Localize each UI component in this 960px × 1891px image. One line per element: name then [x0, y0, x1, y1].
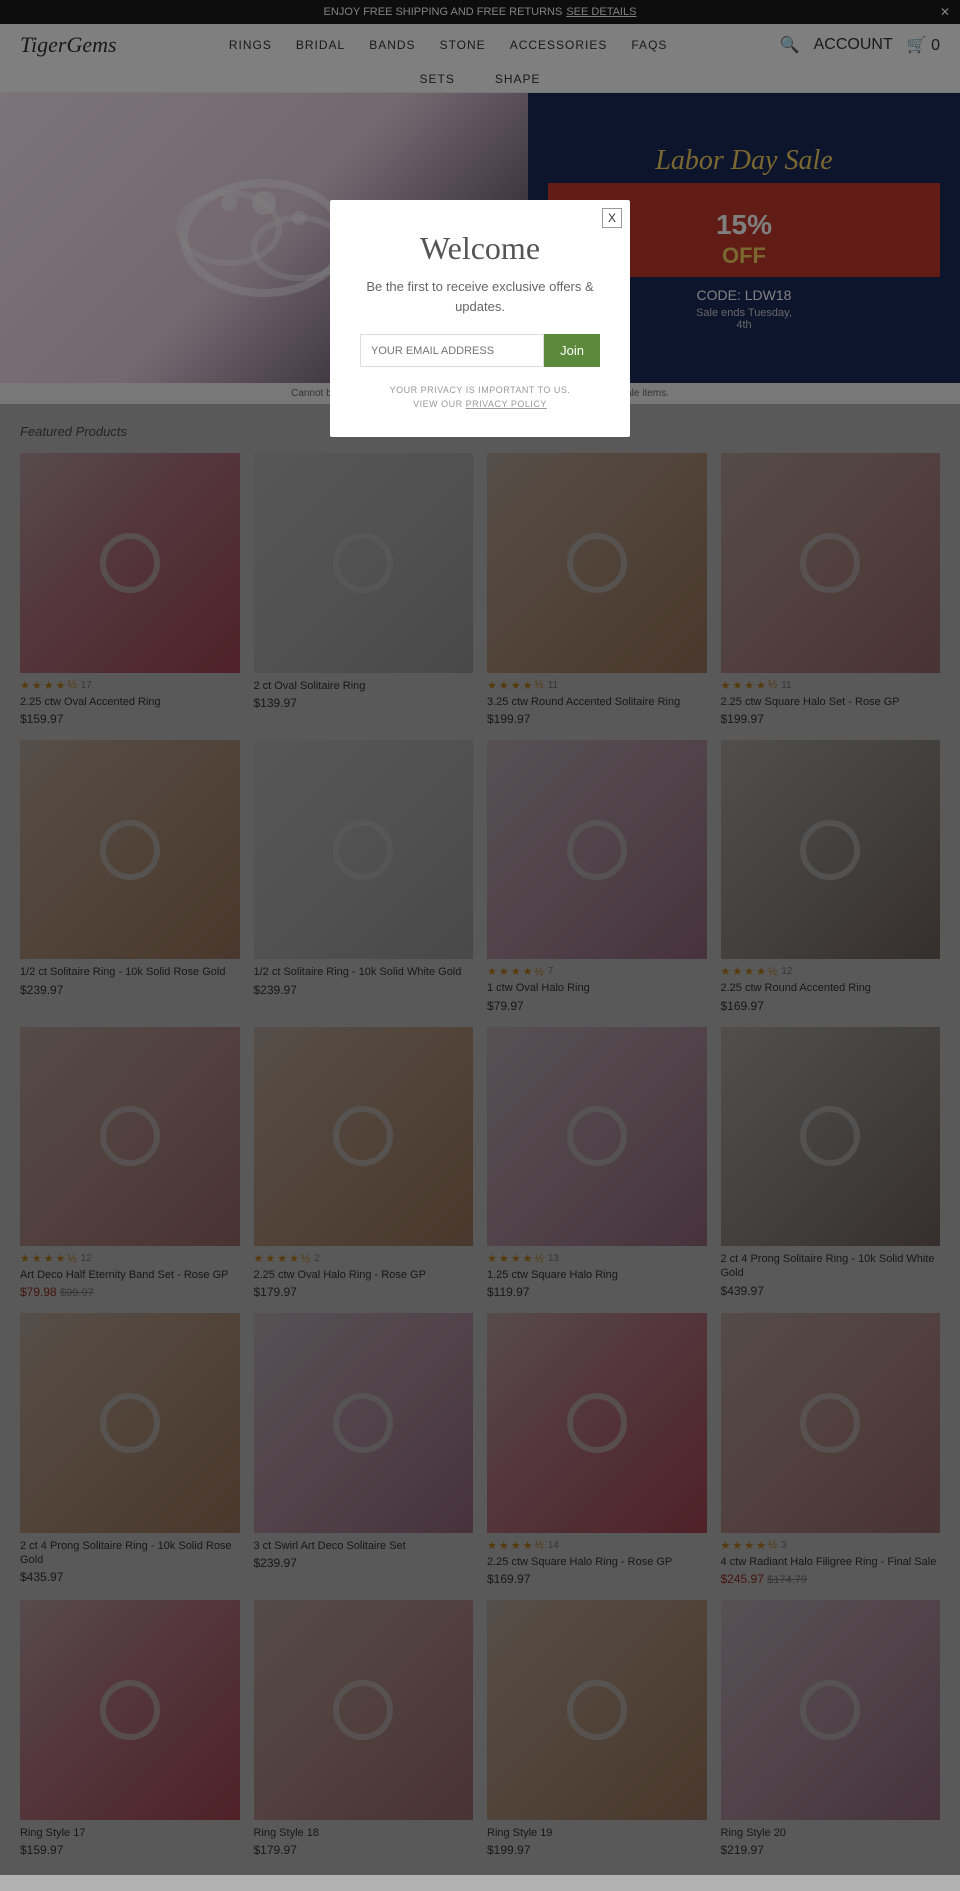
- email-modal: X Welcome Be the first to receive exclus…: [330, 200, 630, 437]
- modal-overlay: X Welcome Be the first to receive exclus…: [0, 0, 960, 1875]
- modal-privacy: YOUR PRIVACY IS IMPORTANT TO US. VIEW OU…: [360, 383, 600, 412]
- modal-form: Join: [360, 334, 600, 367]
- email-input[interactable]: [360, 334, 544, 367]
- privacy-policy-link[interactable]: PRIVACY POLICY: [466, 399, 547, 409]
- modal-title: Welcome: [360, 230, 600, 267]
- modal-close-button[interactable]: X: [602, 208, 622, 228]
- join-button[interactable]: Join: [544, 334, 600, 367]
- modal-subtitle: Be the first to receive exclusive offers…: [360, 277, 600, 316]
